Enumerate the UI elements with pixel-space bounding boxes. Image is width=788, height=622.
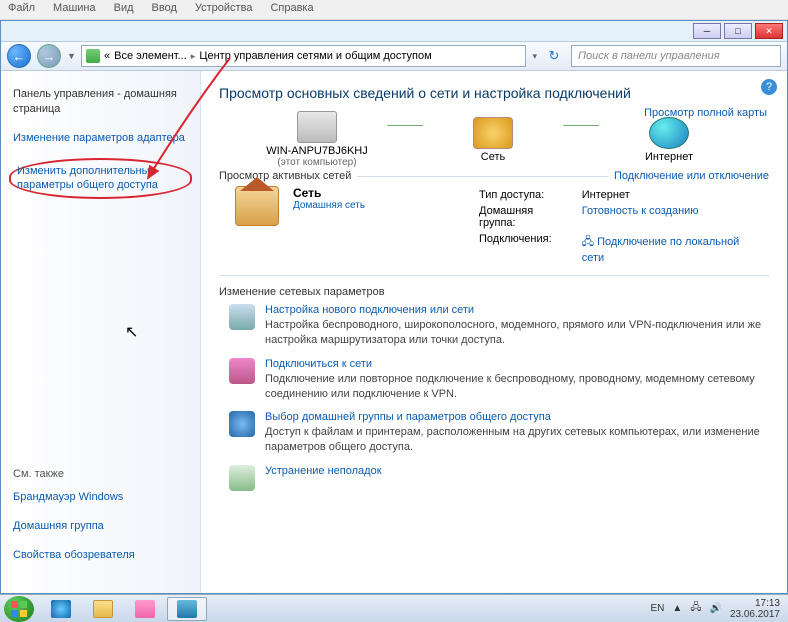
network-tasks: Изменение сетевых параметров Настройка н… <box>219 286 769 491</box>
active-networks-header: Просмотр активных сетей Подключение или … <box>219 170 769 182</box>
node-network[interactable]: Сеть <box>423 117 563 163</box>
task-link[interactable]: Настройка нового подключения или сети <box>265 304 769 316</box>
chevron-right-icon: ▸ <box>191 51 196 62</box>
search-input[interactable]: Поиск в панели управления <box>571 45 781 67</box>
prop-key: Тип доступа: <box>479 188 580 202</box>
prop-key: Домашняя группа: <box>479 204 580 230</box>
sidebar-advanced-sharing[interactable]: Изменить дополнительные параметры общего… <box>17 164 184 194</box>
tray-language[interactable]: EN <box>651 603 665 614</box>
homegroup-ready-link[interactable]: Готовность к созданию <box>582 204 767 230</box>
vm-menu-item[interactable]: Ввод <box>152 2 177 17</box>
node-sublabel: (этот компьютер) <box>277 157 356 168</box>
taskbar-ie[interactable] <box>41 597 81 621</box>
task-link[interactable]: Подключиться к сети <box>265 358 769 370</box>
task-troubleshoot[interactable]: Устранение неполадок <box>229 465 769 491</box>
sidebar: Панель управления - домашняя страница Из… <box>1 71 201 593</box>
globe-icon <box>649 117 689 149</box>
vm-menu-item[interactable]: Файл <box>8 2 35 17</box>
network-icon <box>473 117 513 149</box>
node-internet[interactable]: Интернет <box>599 117 739 163</box>
tray-clock[interactable]: 17:13 23.06.2017 <box>730 598 784 620</box>
tray-network-icon[interactable]: 🖧 <box>690 600 701 617</box>
forward-button[interactable]: → <box>37 44 61 68</box>
section-label: Просмотр активных сетей <box>219 170 351 182</box>
node-this-pc[interactable]: WIN-ANPU7BJ6KHJ (этот компьютер) <box>247 111 387 168</box>
tray-volume-icon[interactable]: 🔊 <box>709 603 721 614</box>
vm-menu-item[interactable]: Вид <box>114 2 134 17</box>
node-label: Сеть <box>481 151 505 163</box>
task-description: Подключение или повторное подключение к … <box>265 372 769 402</box>
connect-icon <box>229 358 255 384</box>
vm-menu-item[interactable]: Справка <box>270 2 313 17</box>
tray-flag-icon[interactable]: ▲ <box>672 603 682 614</box>
task-connect-network[interactable]: Подключиться к сети Подключение или повт… <box>229 358 769 402</box>
main-panel: ? Просмотр основных сведений о сети и на… <box>201 71 787 593</box>
breadcrumb-prefix: « <box>104 50 110 62</box>
lan-connection-link[interactable]: 🖧 Подключение по локальной сети <box>582 232 767 265</box>
help-icon[interactable]: ? <box>761 79 777 95</box>
maximize-button[interactable]: □ <box>724 23 752 39</box>
back-button[interactable]: ← <box>7 44 31 68</box>
view-full-map-link[interactable]: Просмотр полной карты <box>644 107 767 119</box>
home-network-icon <box>235 186 279 226</box>
control-panel-window: ─ □ ✕ ← → ▼ « Все элемент... ▸ Центр упр… <box>0 20 788 594</box>
nav-history-dropdown[interactable]: ▼ <box>67 51 75 61</box>
vm-menu-item[interactable]: Устройства <box>195 2 253 17</box>
content-area: Панель управления - домашняя страница Из… <box>1 71 787 593</box>
node-label: Интернет <box>645 151 693 163</box>
taskbar-mediaplayer[interactable] <box>125 597 165 621</box>
section-label: Изменение сетевых параметров <box>219 286 769 298</box>
connection-line <box>563 125 599 126</box>
computer-icon <box>297 111 337 143</box>
vm-host-menu: Файл Машина Вид Ввод Устройства Справка <box>0 0 788 20</box>
minimize-button[interactable]: ─ <box>693 23 721 39</box>
task-link[interactable]: Устранение неполадок <box>265 465 769 477</box>
taskbar: EN ▲ 🖧 🔊 17:13 23.06.2017 <box>0 594 788 622</box>
mouse-cursor: ↖ <box>125 322 138 342</box>
window-titlebar: ─ □ ✕ <box>1 21 787 41</box>
breadcrumb[interactable]: « Все элемент... ▸ Центр управления сетя… <box>81 45 526 67</box>
sidebar-firewall[interactable]: Брандмауэр Windows <box>13 490 188 505</box>
connection-line <box>387 125 423 126</box>
active-network-block: Сеть Домашняя сеть Тип доступа: Интернет… <box>235 186 769 267</box>
sidebar-internet-options[interactable]: Свойства обозревателя <box>13 548 188 563</box>
page-title: Просмотр основных сведений о сети и наст… <box>219 85 769 101</box>
breadcrumb-part[interactable]: Центр управления сетями и общим доступом <box>199 50 431 62</box>
taskbar-explorer[interactable] <box>83 597 123 621</box>
start-button[interactable] <box>4 596 34 622</box>
close-button[interactable]: ✕ <box>755 23 783 39</box>
network-map: WIN-ANPU7BJ6KHJ (этот компьютер) Сеть Ин… <box>247 111 769 168</box>
sidebar-home-link[interactable]: Панель управления - домашняя страница <box>13 87 188 117</box>
task-homegroup-sharing[interactable]: Выбор домашней группы и параметров общег… <box>229 411 769 455</box>
network-type-link[interactable]: Домашняя сеть <box>293 200 463 211</box>
homegroup-icon <box>229 411 255 437</box>
task-new-connection[interactable]: Настройка нового подключения или сети На… <box>229 304 769 348</box>
troubleshoot-icon <box>229 465 255 491</box>
sidebar-adapter-settings[interactable]: Изменение параметров адаптера <box>13 131 188 146</box>
task-link[interactable]: Выбор домашней группы и параметров общег… <box>265 411 769 423</box>
see-also-header: См. также <box>13 468 188 480</box>
vm-menu-item[interactable]: Машина <box>53 2 96 17</box>
prop-key: Подключения: <box>479 232 580 265</box>
node-label: WIN-ANPU7BJ6KHJ <box>266 145 367 157</box>
annotation-circle: Изменить дополнительные параметры общего… <box>9 158 192 200</box>
system-tray: EN ▲ 🖧 🔊 17:13 23.06.2017 <box>651 598 784 620</box>
breadcrumb-part[interactable]: Все элемент... <box>114 50 187 62</box>
address-bar: ← → ▼ « Все элемент... ▸ Центр управлени… <box>1 41 787 71</box>
breadcrumb-dropdown[interactable]: ▾ <box>532 51 537 62</box>
sidebar-homegroup[interactable]: Домашняя группа <box>13 519 188 534</box>
task-description: Доступ к файлам и принтерам, расположенн… <box>265 425 769 455</box>
connect-disconnect-link[interactable]: Подключение или отключение <box>614 170 769 182</box>
new-connection-icon <box>229 304 255 330</box>
control-panel-icon <box>86 49 100 63</box>
refresh-button[interactable]: ↻ <box>543 45 565 67</box>
prop-value: Интернет <box>582 188 767 202</box>
taskbar-control-panel[interactable] <box>167 597 207 621</box>
task-description: Настройка беспроводного, широкополосного… <box>265 318 769 348</box>
network-name: Сеть <box>293 186 321 200</box>
